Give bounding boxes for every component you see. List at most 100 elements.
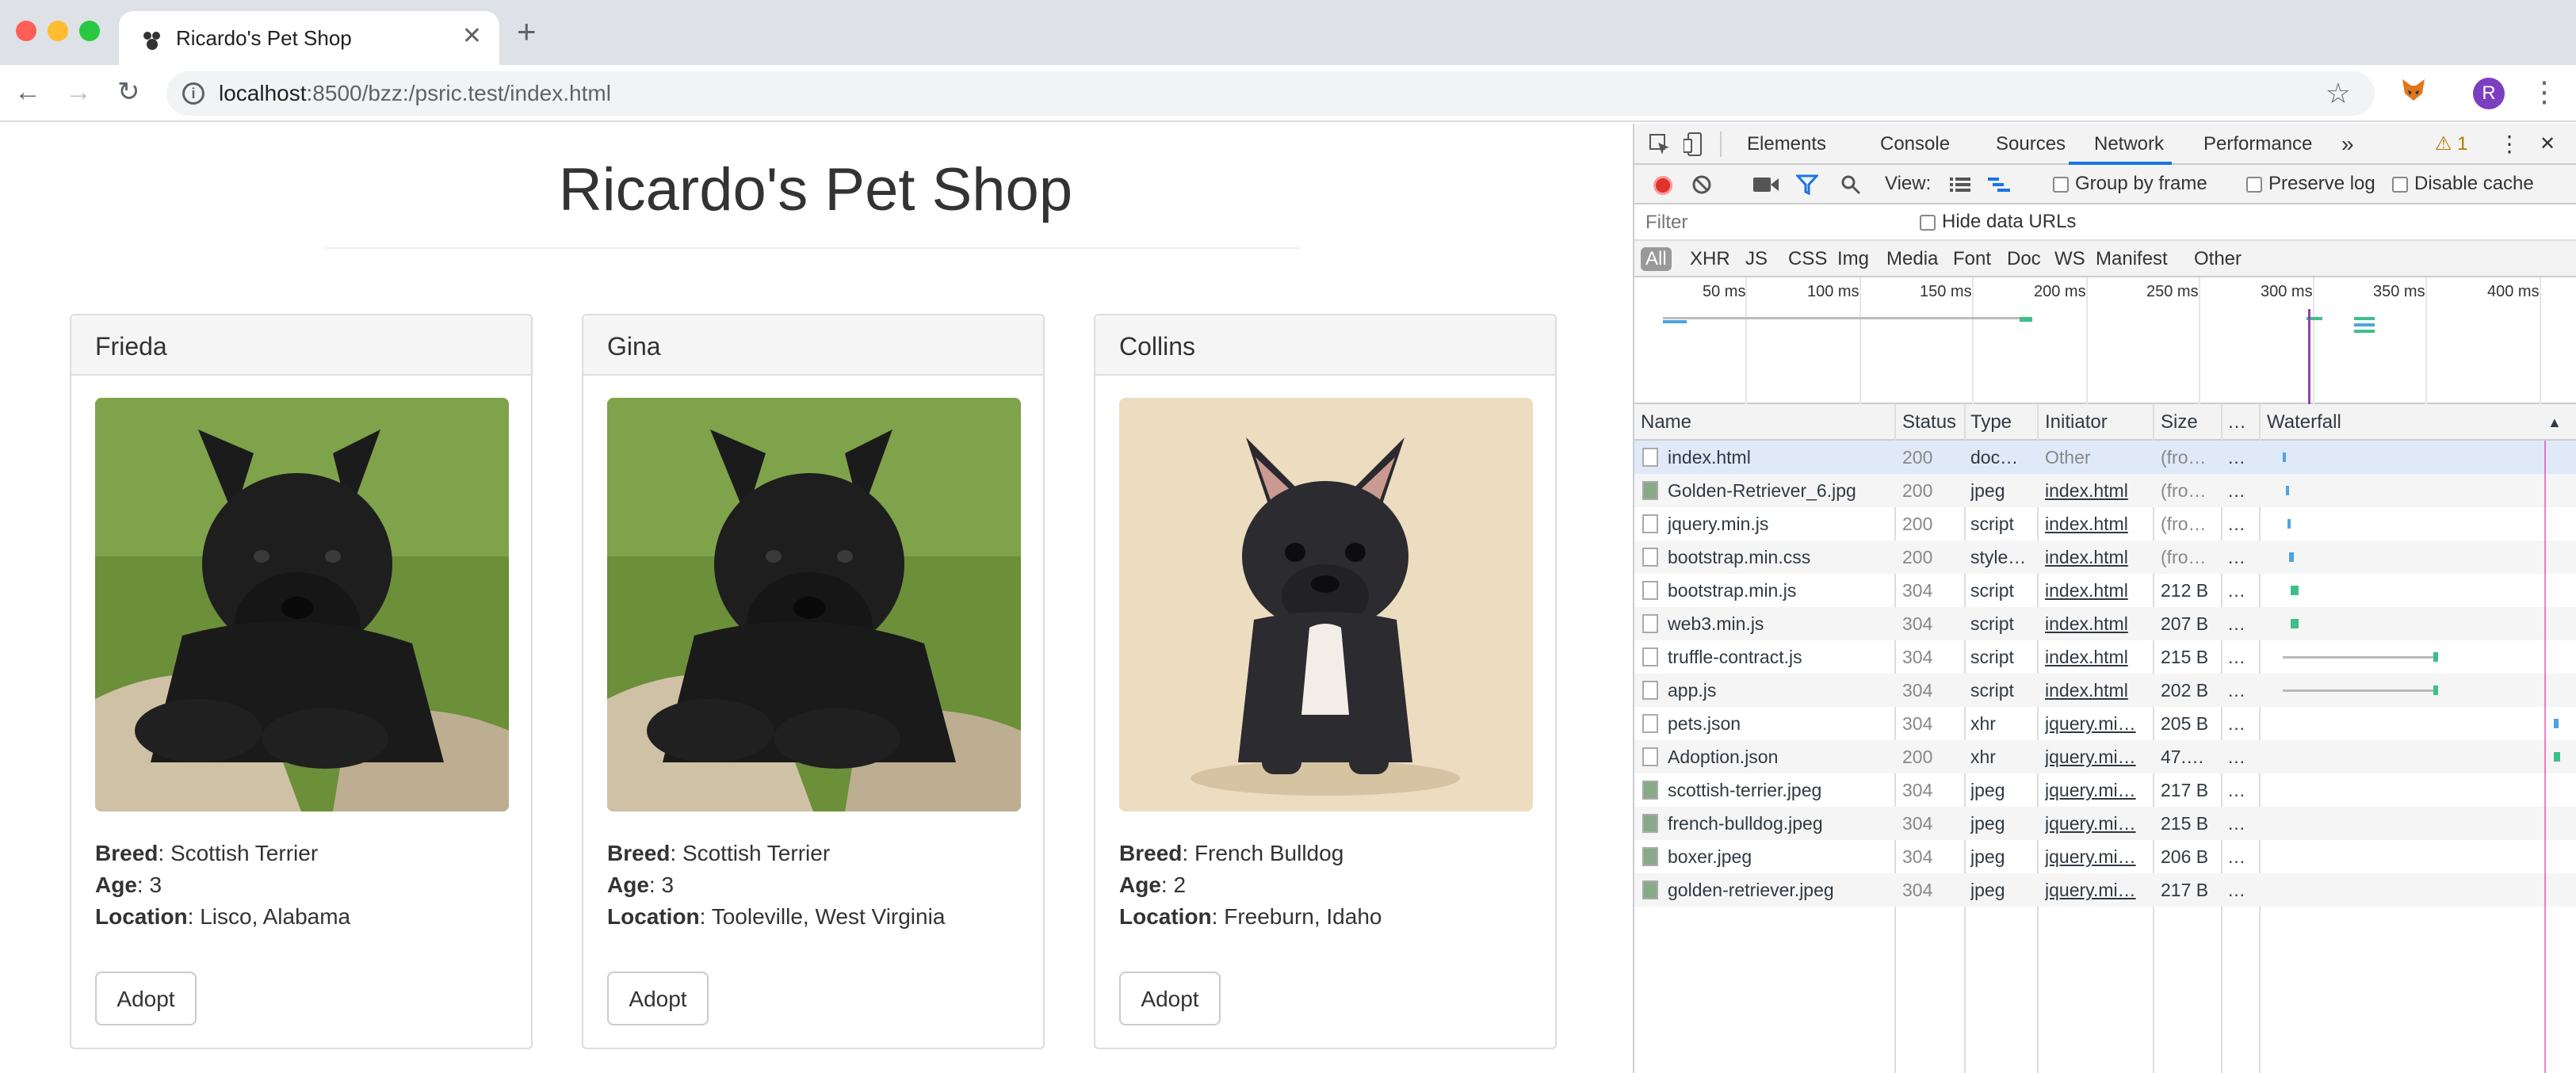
checkbox-box[interactable] bbox=[2246, 176, 2262, 193]
cell-type: style… bbox=[1970, 547, 2027, 567]
cell-initiator[interactable]: index.html bbox=[2045, 612, 2150, 636]
cell-initiator[interactable]: index.html bbox=[2045, 645, 2150, 669]
reload-button[interactable]: ↻ bbox=[117, 76, 140, 108]
filter-img[interactable]: Img bbox=[1837, 247, 1869, 271]
breed-label: Breed bbox=[95, 841, 159, 865]
cell-initiator[interactable]: jquery.mi… bbox=[2045, 845, 2150, 869]
back-button[interactable]: ← bbox=[14, 76, 41, 108]
table-row[interactable]: app.js 304 script index.html 202 B… bbox=[1634, 674, 2576, 707]
filter-ws[interactable]: WS bbox=[2054, 247, 2085, 271]
filter-all[interactable]: All bbox=[1641, 247, 1672, 271]
cell-size: 207 B bbox=[2161, 613, 2209, 634]
col-size[interactable]: Size bbox=[2161, 410, 2198, 434]
cell-initiator[interactable]: index.html bbox=[2045, 545, 2150, 569]
col-type[interactable]: Type bbox=[1970, 410, 2012, 434]
browser-tab[interactable]: Ricardo's Pet Shop ✕ bbox=[119, 11, 499, 65]
checkbox-box[interactable] bbox=[2392, 176, 2408, 193]
url-text[interactable]: localhost:8500/bzz:/psric.test/index.htm… bbox=[219, 81, 611, 106]
cell-initiator[interactable]: jquery.mi… bbox=[2045, 878, 2150, 902]
table-row[interactable]: Adoption.json 200 xhr jquery.mi… 47.…… bbox=[1634, 740, 2576, 773]
cell-initiator[interactable]: jquery.mi… bbox=[2045, 778, 2150, 802]
screenshot-camera-icon[interactable] bbox=[1753, 176, 1779, 193]
sort-ascending-icon[interactable]: ▲ bbox=[2547, 410, 2562, 434]
disable-cache-checkbox[interactable]: Disable cache bbox=[2392, 173, 2534, 195]
table-row[interactable]: french-bulldog.jpeg 304 jpeg jquery.mi… 215 … bbox=[1634, 807, 2576, 840]
tab-network[interactable]: Network bbox=[2094, 132, 2164, 157]
record-button[interactable] bbox=[1653, 176, 1672, 195]
group-by-frame-checkbox[interactable]: Group by frame bbox=[2053, 173, 2207, 195]
cell-initiator[interactable]: index.html bbox=[2045, 512, 2150, 536]
table-row[interactable]: pets.json 304 xhr jquery.mi… 205 B… bbox=[1634, 707, 2576, 740]
col-name[interactable]: Name bbox=[1641, 410, 1691, 434]
table-row[interactable]: boxer.jpeg 304 jpeg jquery.mi… 206 B… bbox=[1634, 840, 2576, 873]
preserve-log-checkbox[interactable]: Preserve log bbox=[2246, 173, 2375, 195]
table-row[interactable]: web3.min.js 304 script index.html 207 B… bbox=[1634, 607, 2576, 640]
tab-console[interactable]: Console bbox=[1880, 132, 1950, 157]
address-bar[interactable]: i localhost:8500/bzz:/psric.test/index.h… bbox=[166, 71, 2375, 116]
col-waterfall[interactable]: Waterfall bbox=[2267, 410, 2341, 434]
filter-media[interactable]: Media bbox=[1886, 247, 1938, 271]
minimize-window-button[interactable] bbox=[48, 21, 68, 41]
adopt-button[interactable]: Adopt bbox=[95, 972, 197, 1025]
network-overview[interactable]: 50 ms 100 ms 150 ms 200 ms 250 ms 300 ms… bbox=[1634, 277, 2576, 404]
tab-close-button[interactable]: ✕ bbox=[462, 22, 482, 51]
col-status[interactable]: Status bbox=[1902, 410, 1956, 434]
filter-doc[interactable]: Doc bbox=[2007, 247, 2041, 271]
device-toolbar-icon[interactable] bbox=[1684, 132, 1706, 157]
bookmark-star-icon[interactable]: ☆ bbox=[2326, 78, 2351, 109]
table-row[interactable]: bootstrap.min.js 304 script index.html 212 B… bbox=[1634, 574, 2576, 607]
inspect-element-icon[interactable] bbox=[1649, 133, 1671, 155]
cell-initiator[interactable]: index.html bbox=[2045, 579, 2150, 602]
overview-tick-label: 150 ms bbox=[1920, 283, 1972, 300]
close-window-button[interactable] bbox=[16, 21, 36, 41]
maximize-window-button[interactable] bbox=[79, 21, 100, 41]
cell-initiator[interactable]: jquery.mi… bbox=[2045, 712, 2150, 735]
filter-input[interactable] bbox=[1642, 209, 1896, 236]
filter-other[interactable]: Other bbox=[2194, 247, 2242, 271]
table-row[interactable]: Golden-Retriever_6.jpg 200 jpeg index.html (… bbox=[1634, 474, 2576, 507]
forward-button[interactable]: → bbox=[65, 76, 92, 108]
cell-initiator[interactable]: index.html bbox=[2045, 479, 2150, 502]
search-icon[interactable] bbox=[1840, 174, 1861, 195]
filter-font[interactable]: Font bbox=[1953, 247, 1991, 271]
adopt-button[interactable]: Adopt bbox=[1119, 972, 1221, 1025]
table-row[interactable]: scottish-terrier.jpeg 304 jpeg jquery.mi… 21… bbox=[1634, 773, 2576, 807]
tab-sources[interactable]: Sources bbox=[1996, 132, 2066, 157]
tab-elements[interactable]: Elements bbox=[1747, 132, 1826, 157]
cell-initiator[interactable]: jquery.mi… bbox=[2045, 745, 2150, 769]
more-tabs-button[interactable]: » bbox=[2341, 132, 2354, 157]
devtools-close-button[interactable]: ✕ bbox=[2540, 132, 2555, 157]
cell-status: 304 bbox=[1902, 647, 1933, 667]
overview-gridline bbox=[2199, 277, 2200, 404]
filter-xhr[interactable]: XHR bbox=[1690, 247, 1730, 271]
checkbox-box[interactable] bbox=[1920, 214, 1936, 231]
table-row[interactable]: truffle-contract.js 304 script index.html 21… bbox=[1634, 640, 2576, 674]
waterfall-view-icon[interactable] bbox=[1988, 176, 2012, 193]
warnings-badge[interactable]: ⚠ 1 bbox=[2435, 132, 2468, 157]
site-info-icon[interactable]: i bbox=[182, 82, 204, 105]
hide-data-urls-checkbox[interactable]: Hide data URLs bbox=[1920, 211, 2076, 233]
filter-css[interactable]: CSS bbox=[1788, 247, 1827, 271]
filter-manifest[interactable]: Manifest bbox=[2096, 247, 2168, 271]
browser-menu-icon[interactable]: ⋮ bbox=[2530, 74, 2559, 109]
table-row[interactable]: bootstrap.min.css 200 style… index.html (fro… bbox=[1634, 540, 2576, 574]
cell-initiator[interactable]: index.html bbox=[2045, 678, 2150, 702]
filter-js[interactable]: JS bbox=[1745, 247, 1768, 271]
clear-icon[interactable] bbox=[1691, 174, 1712, 195]
large-rows-icon[interactable] bbox=[1950, 176, 1970, 193]
devtools-menu-icon[interactable]: ⋮ bbox=[2498, 132, 2521, 157]
dom-content-loaded-marker bbox=[2308, 309, 2310, 404]
profile-avatar[interactable]: R bbox=[2473, 78, 2505, 109]
table-row[interactable]: jquery.min.js 200 script index.html (fro…… bbox=[1634, 507, 2576, 540]
table-row[interactable]: index.html 200 doc… Other (fro…… bbox=[1634, 441, 2576, 474]
filter-funnel-icon[interactable] bbox=[1796, 174, 1818, 195]
tab-performance[interactable]: Performance bbox=[2203, 132, 2312, 157]
fox-extension-icon[interactable] bbox=[2400, 76, 2427, 103]
col-more[interactable]: … bbox=[2227, 410, 2246, 434]
checkbox-box[interactable] bbox=[2053, 176, 2069, 193]
col-initiator[interactable]: Initiator bbox=[2045, 410, 2108, 434]
adopt-button[interactable]: Adopt bbox=[607, 972, 709, 1025]
cell-initiator[interactable]: jquery.mi… bbox=[2045, 811, 2150, 835]
table-row[interactable]: golden-retriever.jpeg 304 jpeg jquery.mi… 21… bbox=[1634, 873, 2576, 907]
new-tab-button[interactable]: + bbox=[517, 15, 537, 48]
